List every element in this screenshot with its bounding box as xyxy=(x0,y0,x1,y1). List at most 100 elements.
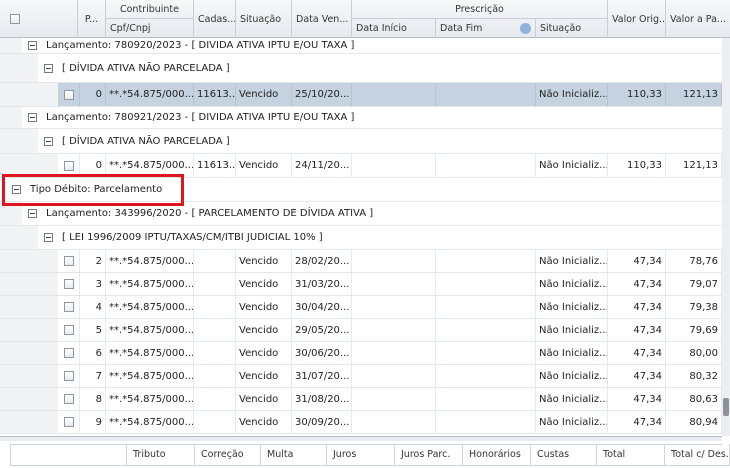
cell-data-inicio xyxy=(352,296,436,318)
header-valor-pagar[interactable]: Valor a Pa... xyxy=(666,0,730,38)
cell-prescricao-situacao: Não Inicializ... xyxy=(536,388,608,410)
cell-valor-pagar: 78,76 xyxy=(666,250,722,272)
header-parcela-label: P... xyxy=(84,13,99,25)
group-subtipo-label: [ DÍVIDA ATIVA NÃO PARCELADA ] xyxy=(62,135,230,147)
cell-data-fim xyxy=(436,273,536,295)
header-situacao[interactable]: Situação xyxy=(236,0,292,38)
cell-parcela: 2 xyxy=(80,250,106,272)
cell-data-fim xyxy=(436,296,536,318)
table-row[interactable]: 2 **.*54.875/000... Vencido 28/02/20... … xyxy=(0,250,722,273)
row-checkbox[interactable] xyxy=(63,160,74,171)
cell-data-vencimento: 24/11/20... xyxy=(292,154,352,177)
group-subtipo[interactable]: [ DÍVIDA ATIVA NÃO PARCELADA ] xyxy=(0,54,722,83)
table-row[interactable]: 0 **.*54.875/000... 11613... Vencido 25/… xyxy=(0,83,722,107)
group-lancamento[interactable]: Lançamento: 780921/2023 - [ DIVIDA ATIVA… xyxy=(0,107,722,129)
footer-juros-label: Juros xyxy=(333,449,357,460)
header-data-fim[interactable]: Data Fim xyxy=(436,19,536,38)
group-tipo-debito[interactable]: Tipo Débito : Parcelamento xyxy=(0,178,722,202)
cell-prescricao-situacao: Não Inicializ... xyxy=(536,250,608,272)
row-checkbox[interactable] xyxy=(63,417,74,427)
header-data-inicio[interactable]: Data Início xyxy=(352,19,436,38)
info-icon[interactable] xyxy=(520,23,531,34)
cell-valor-pagar: 79,38 xyxy=(666,296,722,318)
header-valor-original[interactable]: Valor Orig... xyxy=(608,0,666,38)
cell-situacao: Vencido xyxy=(236,154,292,177)
collapse-icon[interactable] xyxy=(28,41,37,50)
row-indent xyxy=(0,296,58,318)
table-row[interactable]: 8 **.*54.875/000... Vencido 31/08/20... … xyxy=(0,388,722,411)
cell-data-vencimento: 31/03/20... xyxy=(292,273,352,295)
header-prescricao-situacao[interactable]: Situação xyxy=(536,19,608,38)
scrollbar-thumb[interactable] xyxy=(723,398,729,416)
group-indent xyxy=(0,202,22,225)
collapse-icon[interactable] xyxy=(28,209,37,218)
collapse-icon[interactable] xyxy=(44,233,53,242)
header-data-vencimento-label: Data Ven... xyxy=(296,13,349,25)
group-indent xyxy=(0,54,38,82)
table-row[interactable]: 9 **.*54.875/000... Vencido 30/09/20... … xyxy=(0,411,722,434)
cell-parcela: 6 xyxy=(80,342,106,364)
row-checkbox-cell xyxy=(58,319,80,341)
footer-total-desc-label: Total c/ Des... xyxy=(671,449,730,460)
totals-footer: Tributo Correção Multa Juros Juros Parc.… xyxy=(0,436,730,468)
cell-data-inicio xyxy=(352,273,436,295)
cell-parcela: 9 xyxy=(80,411,106,433)
header-cadastro[interactable]: Cadas... xyxy=(194,0,236,38)
row-checkbox[interactable] xyxy=(63,89,74,100)
header-valor-original-label: Valor Orig... xyxy=(612,13,666,25)
header-parcela[interactable]: P... xyxy=(78,0,106,38)
cell-cpf: **.*54.875/000... xyxy=(106,411,194,433)
collapse-icon[interactable] xyxy=(28,113,37,122)
cell-data-vencimento: 30/09/20... xyxy=(292,411,352,433)
cell-data-fim xyxy=(436,342,536,364)
group-lancamento[interactable]: Lançamento: 780920/2023 - [ DIVIDA ATIVA… xyxy=(0,38,722,54)
group-subtipo[interactable]: [ LEI 1996/2009 IPTU/TAXAS/CM/ITBI JUDIC… xyxy=(0,226,722,250)
cell-data-vencimento: 30/04/20... xyxy=(292,296,352,318)
cell-parcela: 5 xyxy=(80,319,106,341)
row-checkbox-cell xyxy=(58,411,80,433)
header-valor-pagar-label: Valor a Pa... xyxy=(670,13,726,25)
row-checkbox[interactable] xyxy=(63,256,74,266)
header-data-vencimento[interactable]: Data Ven... xyxy=(292,0,352,38)
group-indent xyxy=(0,226,38,249)
cell-valor-original: 47,34 xyxy=(608,411,666,433)
group-lancamento-label: Lançamento: 780920/2023 - [ DIVIDA ATIVA… xyxy=(46,40,355,51)
table-row[interactable]: 4 **.*54.875/000... Vencido 30/04/20... … xyxy=(0,296,722,319)
cell-situacao: Vencido xyxy=(236,83,292,106)
group-subtipo[interactable]: [ DÍVIDA ATIVA NÃO PARCELADA ] xyxy=(0,129,722,154)
row-checkbox[interactable] xyxy=(63,394,74,404)
collapse-icon[interactable] xyxy=(44,63,53,73)
table-row[interactable]: 5 **.*54.875/000... Vencido 29/05/20... … xyxy=(0,319,722,342)
header-cpf[interactable]: Cpf/Cnpj xyxy=(106,19,194,38)
cell-valor-original: 47,34 xyxy=(608,296,666,318)
cell-valor-pagar: 79,07 xyxy=(666,273,722,295)
table-row[interactable]: 7 **.*54.875/000... Vencido 31/07/20... … xyxy=(0,365,722,388)
collapse-icon[interactable] xyxy=(44,136,53,146)
row-checkbox-cell xyxy=(58,250,80,272)
group-lancamento[interactable]: Lançamento: 343996/2020 - [ PARCELAMENTO… xyxy=(0,202,722,226)
row-checkbox[interactable] xyxy=(63,325,74,335)
footer-total: Total xyxy=(596,444,664,466)
select-all-checkbox[interactable] xyxy=(10,14,20,24)
row-checkbox[interactable] xyxy=(63,302,74,312)
table-row[interactable]: 3 **.*54.875/000... Vencido 31/03/20... … xyxy=(0,273,722,296)
row-checkbox[interactable] xyxy=(63,279,74,289)
vertical-scrollbar[interactable] xyxy=(722,38,730,436)
table-row[interactable]: 6 **.*54.875/000... Vencido 30/06/20... … xyxy=(0,342,722,365)
row-checkbox[interactable] xyxy=(63,371,74,381)
cell-cpf: **.*54.875/000... xyxy=(106,154,194,177)
cell-valor-original: 110,33 xyxy=(608,154,666,177)
cell-cadastro xyxy=(194,388,236,410)
table-row[interactable]: 0 **.*54.875/000... 11613... Vencido 24/… xyxy=(0,154,722,178)
footer-multa: Multa xyxy=(260,444,326,466)
row-checkbox[interactable] xyxy=(63,348,74,358)
footer-juros-parc-label: Juros Parc. xyxy=(401,449,451,460)
row-checkbox-cell xyxy=(58,365,80,387)
row-indent xyxy=(0,250,58,272)
row-checkbox-cell xyxy=(58,273,80,295)
cell-data-vencimento: 31/08/20... xyxy=(292,388,352,410)
cell-parcela: 0 xyxy=(80,83,106,106)
cell-parcela: 3 xyxy=(80,273,106,295)
collapse-icon[interactable] xyxy=(12,185,21,194)
row-checkbox-cell xyxy=(58,342,80,364)
